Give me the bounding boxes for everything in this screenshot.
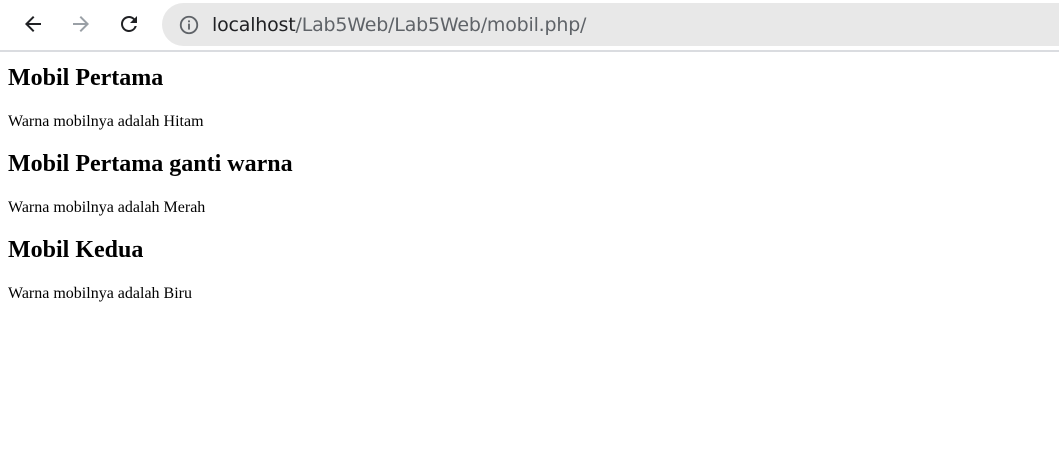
car-heading: Mobil Pertama ganti warna [8, 151, 293, 177]
arrow-left-icon [25, 16, 41, 32]
page-content: Mobil Pertama Warna mobilnya adalah Hita… [0, 64, 1059, 303]
forward-button[interactable] [64, 7, 98, 41]
car-color-text: Warna mobilnya adalah Hitam [8, 113, 204, 130]
car-heading: Mobil Kedua [8, 237, 144, 263]
reload-icon [121, 15, 137, 32]
back-button[interactable] [16, 7, 50, 41]
car-color-text: Warna mobilnya adalah Merah [8, 199, 206, 216]
arrow-right-icon [73, 16, 89, 32]
address-bar[interactable]: localhost/Lab5Web/Lab5Web/mobil.php/ [162, 3, 1059, 46]
reload-button[interactable] [112, 7, 146, 41]
car-heading: Mobil Pertama [8, 65, 164, 91]
info-icon[interactable] [178, 14, 200, 36]
car-color-text: Warna mobilnya adalah Biru [8, 285, 192, 302]
url-text[interactable]: localhost/Lab5Web/Lab5Web/mobil.php/ [212, 14, 586, 36]
url-path: /Lab5Web/Lab5Web/mobil.php/ [295, 13, 587, 36]
url-host: localhost [212, 13, 296, 36]
browser-toolbar: localhost/Lab5Web/Lab5Web/mobil.php/ [0, 0, 1059, 52]
car-section-3: Mobil Kedua Warna mobilnya adalah Biru [8, 236, 1051, 303]
car-section-2: Mobil Pertama ganti warna Warna mobilnya… [8, 150, 1051, 217]
car-section-1: Mobil Pertama Warna mobilnya adalah Hita… [8, 64, 1051, 131]
